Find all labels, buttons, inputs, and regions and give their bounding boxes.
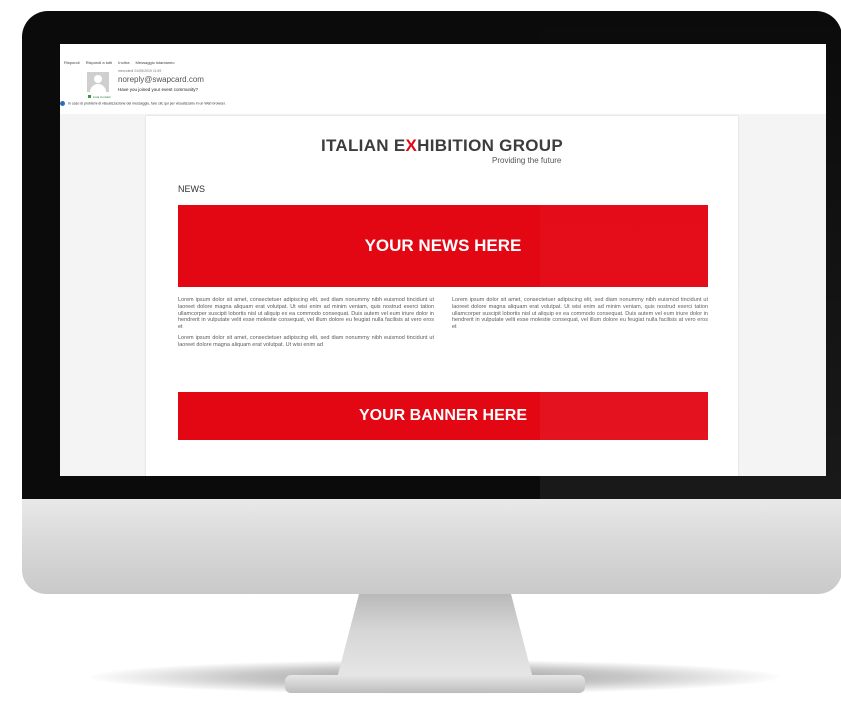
- ad-banner-text: YOUR BANNER HERE: [358, 407, 527, 424]
- email-subject: Have you joined your event community?: [118, 87, 199, 92]
- news-column-left: Lorem ipsum dolor sit amet, consectetuer…: [178, 297, 434, 353]
- email-header: Rispondi Rispondi a tutti Inoltra Messag…: [60, 44, 826, 114]
- monitor-base: [285, 675, 585, 693]
- ad-banner[interactable]: YOUR BANNER HERE: [178, 392, 708, 440]
- news-banner-text: YOUR NEWS HERE: [364, 236, 522, 255]
- email-date: mercoledì 01/05/2019 11:59: [118, 69, 162, 73]
- news-banner[interactable]: YOUR NEWS HERE: [178, 205, 708, 287]
- im-button[interactable]: Messaggio istantaneo: [136, 60, 175, 65]
- monitor-screen: Rispondi Rispondi a tutti Inoltra Messag…: [60, 44, 826, 476]
- company-logo: ITALIAN EXHIBITION GROUP: [320, 136, 564, 155]
- info-icon: [60, 101, 65, 106]
- reply-all-button[interactable]: Rispondi a tutti: [86, 60, 112, 65]
- person-icon: [94, 75, 102, 83]
- logo-tagline: Providing the future: [492, 156, 562, 165]
- monitor-mockup: Rispondi Rispondi a tutti Inoltra Messag…: [0, 0, 841, 704]
- monitor-stand: [335, 594, 535, 686]
- newsletter-body: ITALIAN EXHIBITION GROUP Providing the f…: [146, 116, 738, 476]
- paragraph: Lorem ipsum dolor sit amet, consectetuer…: [452, 297, 708, 331]
- info-text: In caso di problemi di visualizzazione d…: [67, 101, 226, 106]
- paragraph: Lorem ipsum dolor sit amet, consectetuer…: [178, 334, 434, 348]
- news-column-right: Lorem ipsum dolor sit amet, consectetuer…: [452, 297, 708, 335]
- info-bar[interactable]: In caso di problemi di visualizzazione d…: [60, 101, 226, 106]
- reply-button[interactable]: Rispondi: [64, 60, 80, 65]
- paragraph: Lorem ipsum dolor sit amet, consectetuer…: [178, 297, 434, 331]
- news-heading: NEWS: [178, 184, 205, 194]
- sender-avatar: [87, 72, 109, 92]
- mail-toolbar: Rispondi Rispondi a tutti Inoltra Messag…: [64, 60, 179, 65]
- email-from[interactable]: noreply@swapcard.com: [118, 75, 204, 84]
- category-tag: Lista Contatti: [88, 95, 111, 99]
- forward-button[interactable]: Inoltra: [118, 60, 129, 65]
